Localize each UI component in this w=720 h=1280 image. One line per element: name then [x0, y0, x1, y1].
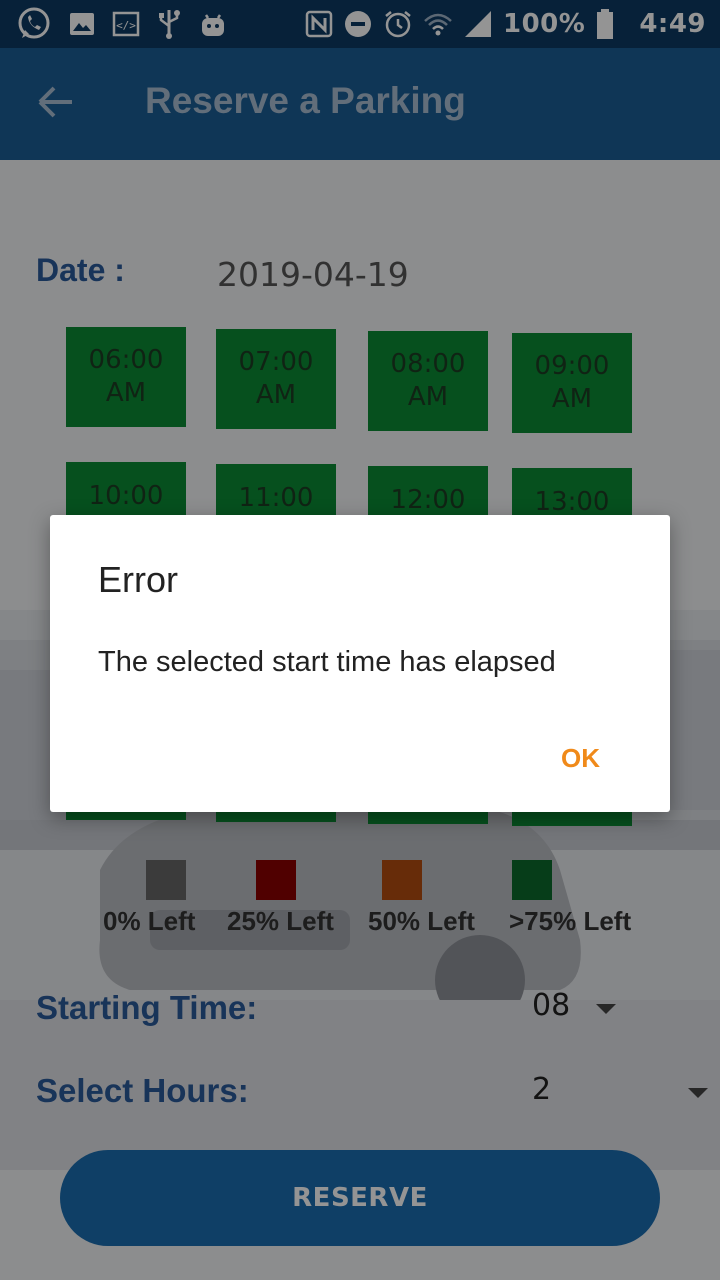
dialog-title: Error: [98, 559, 178, 600]
ok-button[interactable]: OK: [561, 743, 600, 774]
dialog-message: The selected start time has elapsed: [98, 646, 556, 678]
error-dialog: Error The selected start time has elapse…: [50, 515, 670, 812]
